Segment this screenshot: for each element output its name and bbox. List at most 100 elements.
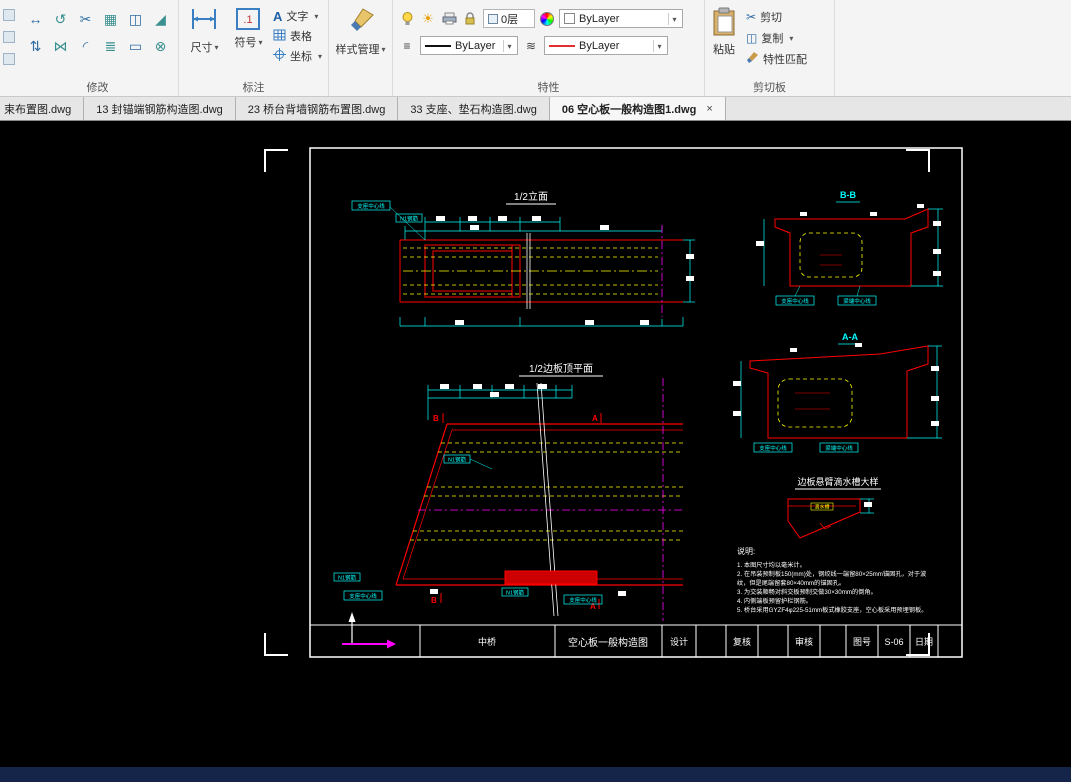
titleblock-date: 日期 xyxy=(915,637,933,647)
color-wheel-icon[interactable] xyxy=(540,11,554,26)
detail-view: 边板悬臂滴水槽大样 滴水槽 xyxy=(787,476,881,539)
panel-properties: ☀ 0层 ByLayer ≡ ByLayer xyxy=(393,0,705,96)
printer-icon[interactable] xyxy=(441,12,457,25)
dimension-button[interactable]: 尺寸 xyxy=(185,5,224,64)
document-tabbar: 束布置图.dwg 13 封锚端钢筋构造图.dwg 23 桥台背墙钢筋布置图.dw… xyxy=(0,97,1071,121)
symbol-icon: .1 xyxy=(235,7,261,31)
clipped-icon[interactable] xyxy=(2,9,15,21)
text-label: 文字 xyxy=(286,11,309,23)
chevron-down-icon xyxy=(312,10,318,22)
layer-selector[interactable]: 0层 xyxy=(483,9,535,28)
drawing-canvas[interactable]: 1/2立面 支座中心线 N1钢筋 B-B 支座中心线 梁端中心线 A-A 支座中… xyxy=(0,121,1071,767)
lineweight-icon[interactable]: ≋ xyxy=(523,40,539,52)
color-dropdown[interactable]: ByLayer xyxy=(559,9,683,28)
dimension-text-marks xyxy=(436,216,609,230)
sheet-frame xyxy=(309,147,963,658)
explode-icon[interactable]: ⊗ xyxy=(155,39,167,53)
offset-icon[interactable]: ≣ xyxy=(105,39,117,53)
linetype-dropdown[interactable]: ByLayer xyxy=(420,36,518,55)
copy-button[interactable]: ◫ 复制 xyxy=(746,30,807,46)
rebar-label: N1钢筋 xyxy=(506,589,525,597)
panel-style-manager: 样式管理 xyxy=(329,0,393,96)
section-bb: B-B 支座中心线 梁端中心线 xyxy=(756,190,943,306)
close-icon[interactable]: × xyxy=(706,103,712,115)
table-icon xyxy=(273,29,286,44)
drip-groove-label: 滴水槽 xyxy=(814,504,829,511)
document-tab[interactable]: 束布置图.dwg xyxy=(0,97,85,120)
scissors-icon: ✂ xyxy=(746,10,757,24)
symbol-button[interactable]: .1 符号 xyxy=(229,5,268,64)
style-manager-button[interactable]: 样式管理 xyxy=(335,5,386,57)
color-value: ByLayer xyxy=(579,12,620,25)
move-icon[interactable]: ↔ xyxy=(29,12,43,26)
dimension-text-marks xyxy=(440,384,547,397)
trim-icon[interactable]: ✂ xyxy=(80,12,92,26)
sun-icon[interactable]: ☀ xyxy=(420,12,436,25)
plan-title: 1/2边板顶平面 xyxy=(529,362,593,375)
rotate-icon[interactable]: ↺ xyxy=(55,12,67,26)
tab-label: 23 桥台背墙钢筋布置图.dwg xyxy=(247,103,386,116)
ucs-icon xyxy=(342,612,396,649)
panel-clipboard: 粘贴 ✂ 剪切 ◫ 复制 特性匹配 xyxy=(705,0,835,96)
titleblock-drawing-no-label: 图号 xyxy=(853,637,871,647)
panel-label-modify: 修改 xyxy=(86,82,109,94)
text-button[interactable]: A 文字 xyxy=(273,8,322,24)
linewidth-dropdown[interactable]: ByLayer xyxy=(544,36,668,55)
match-brush-icon xyxy=(746,51,759,67)
section-marker-b: B xyxy=(433,414,439,423)
table-button[interactable]: 表格 xyxy=(273,28,322,44)
section-aa-title: A-A xyxy=(842,332,858,342)
tab-label: 33 支座、垫石构造图.dwg xyxy=(410,103,537,116)
clipped-icon[interactable] xyxy=(2,31,15,43)
match-properties-label: 特性匹配 xyxy=(763,54,807,66)
coordinate-button[interactable]: 坐标 xyxy=(272,48,322,64)
document-tab-active[interactable]: 06 空心板一般构造图1.dwg × xyxy=(549,97,726,120)
tab-label: 束布置图.dwg xyxy=(4,103,72,116)
modify-icon-grid: ↔ ↺ ✂ ▦ ◫ ◢ ⇅ ⋈ ◜ ≣ ▭ ⊗ xyxy=(23,5,172,59)
fillet-icon[interactable]: ◜ xyxy=(83,39,88,53)
section-aa: A-A 支座中心线 梁端中心线 xyxy=(733,332,942,453)
ribbon-clipped-left-icons xyxy=(0,0,17,96)
panel-label-annotation: 标注 xyxy=(242,82,265,94)
bearing-hatch-area xyxy=(504,570,598,585)
cad-application-window: ↔ ↺ ✂ ▦ ◫ ◢ ⇅ ⋈ ◜ ≣ ▭ ⊗ 修改 尺寸 ▾ .1 符号 ▾ … xyxy=(0,0,1071,782)
lightbulb-icon[interactable] xyxy=(399,11,415,26)
bearing-centerline-label: 支座中心线 xyxy=(781,297,809,305)
title-block: 中桥 空心板一般构造图 设计 复核 审核 图号 S-06 日期 xyxy=(419,625,939,657)
bearing-centerline-label: 支座中心线 xyxy=(759,444,787,452)
chamfer-icon[interactable]: ◢ xyxy=(155,12,166,26)
cut-button[interactable]: ✂ 剪切 xyxy=(746,9,807,25)
titleblock-check: 复核 xyxy=(733,636,751,647)
beam-end-centerline-label: 梁端中心线 xyxy=(825,444,853,452)
chevron-down-icon xyxy=(668,12,680,25)
linetype-list-icon[interactable]: ≡ xyxy=(399,40,415,52)
tab-label: 06 空心板一般构造图1.dwg xyxy=(561,103,697,116)
chevron-down-icon xyxy=(379,43,385,55)
document-tab[interactable]: 13 封锚端钢筋构造图.dwg xyxy=(84,97,236,120)
chevron-down-icon xyxy=(316,50,322,62)
rectangle-icon[interactable]: ▭ xyxy=(129,39,142,53)
section-bb-title: B-B xyxy=(840,190,856,200)
dimension-text-marks xyxy=(455,254,694,325)
tabbar-empty-space xyxy=(726,97,1071,120)
clipped-icon[interactable] xyxy=(2,53,15,65)
mirror-icon[interactable]: ⋈ xyxy=(54,39,68,53)
titleblock-design: 设计 xyxy=(670,636,688,647)
current-layer-value: 0层 xyxy=(501,13,519,26)
array-icon[interactable]: ▦ xyxy=(104,12,117,26)
match-properties-button[interactable]: 特性匹配 xyxy=(746,51,807,67)
stretch-icon[interactable]: ⇅ xyxy=(30,39,42,53)
taskbar xyxy=(0,767,1071,782)
linetype-swatch xyxy=(425,44,451,47)
lock-icon[interactable] xyxy=(462,11,478,26)
document-tab[interactable]: 23 桥台背墙钢筋布置图.dwg xyxy=(236,97,399,120)
chevron-down-icon xyxy=(787,32,793,44)
beam-end-centerline-label: 梁端中心线 xyxy=(843,297,871,305)
svg-text:.1: .1 xyxy=(244,14,253,26)
rebar-label: N1钢筋 xyxy=(448,456,467,464)
paintbrush-icon xyxy=(347,7,375,38)
document-tab[interactable]: 33 支座、垫石构造图.dwg xyxy=(398,97,550,120)
linetype-value: ByLayer xyxy=(455,39,496,52)
paste-button[interactable]: 粘贴 xyxy=(711,7,737,67)
copy-icon[interactable]: ◫ xyxy=(129,12,142,26)
